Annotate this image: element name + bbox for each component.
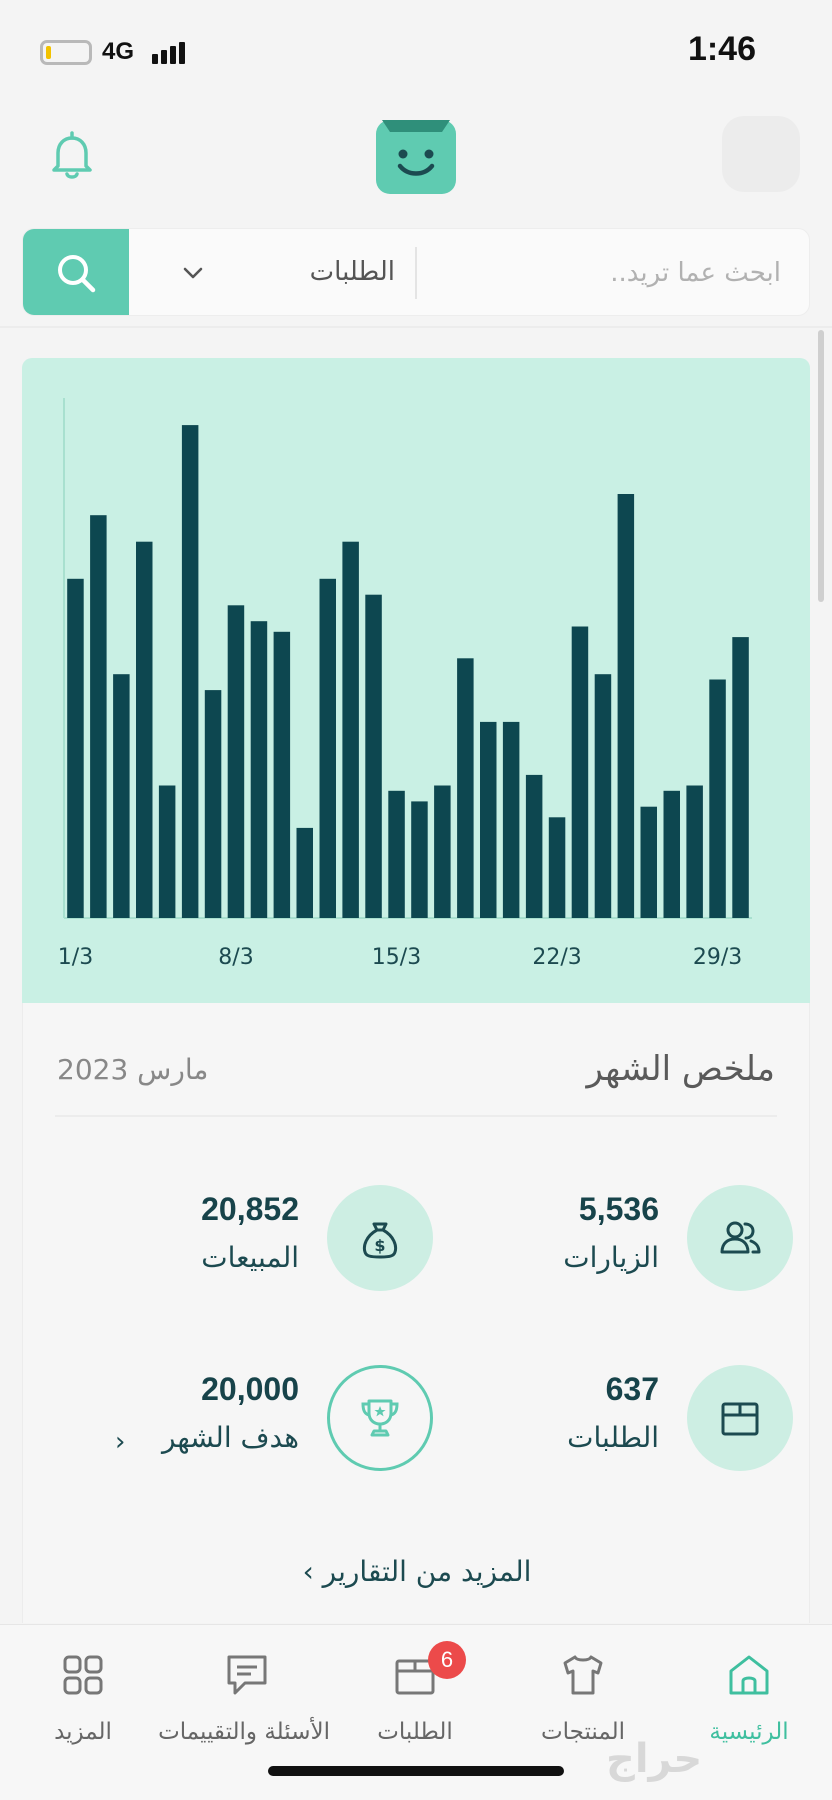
chart-bar[interactable]: [457, 658, 474, 918]
search-input[interactable]: [423, 229, 793, 315]
more-reports-link[interactable]: المزيد من التقارير ›: [23, 1555, 811, 1588]
signal-icon: [152, 42, 185, 64]
chart-bar[interactable]: [502, 721, 520, 918]
trophy-icon: [327, 1365, 433, 1471]
shirt-icon: [563, 1655, 603, 1695]
svg-text:$: $: [374, 1236, 385, 1255]
bell-icon[interactable]: [44, 128, 100, 184]
orders-label: الطلبات: [567, 1421, 659, 1454]
chart-bar[interactable]: [663, 790, 681, 918]
sales-chart: 1/3 8/3 15/3 22/3 29/3: [22, 358, 810, 1003]
nav-reviews-label: الأسئلة والتقييمات: [158, 1719, 330, 1745]
app-logo: [376, 114, 456, 194]
chart-bar[interactable]: [548, 817, 566, 918]
month-summary-card: ملخص الشهر مارس 2023 5,536 الزيارات $ 20…: [22, 1003, 810, 1623]
chevron-right-icon: ›: [115, 1427, 126, 1457]
summary-title: ملخص الشهر: [586, 1049, 775, 1089]
chart-bar[interactable]: [365, 594, 382, 918]
chart-bar[interactable]: [480, 721, 497, 918]
battery-icon: [40, 40, 92, 65]
chart-bar[interactable]: [525, 774, 543, 918]
x-tick-label: 29/3: [693, 945, 742, 970]
search-button[interactable]: [23, 229, 129, 315]
home-indicator: [268, 1766, 564, 1776]
goal-label: هدف الشهر: [161, 1421, 299, 1454]
search-bar: الطلبات: [22, 228, 810, 316]
visits-label: الزيارات: [563, 1241, 659, 1274]
x-tick-label: 15/3: [372, 945, 421, 970]
x-tick-label: 22/3: [532, 945, 581, 970]
chart-bar[interactable]: [732, 637, 749, 918]
goal-value: 20,000: [201, 1371, 299, 1407]
chart-bar[interactable]: [571, 626, 589, 919]
chart-bar[interactable]: [434, 785, 451, 919]
chart-bar[interactable]: [296, 827, 314, 918]
money-bag-icon: $: [327, 1185, 433, 1291]
chart-bar[interactable]: [342, 541, 359, 918]
chart-bar[interactable]: [113, 674, 130, 918]
sales-label: المبيعات: [201, 1241, 299, 1274]
chart-bar[interactable]: [158, 785, 176, 919]
category-dropdown[interactable]: الطلبات: [129, 229, 415, 315]
chart-bar[interactable]: [90, 515, 107, 918]
chart-bar[interactable]: [250, 621, 268, 918]
watermark-logo: حراج: [606, 1736, 703, 1782]
chart-bar[interactable]: [640, 806, 658, 918]
orders-badge: 6: [428, 1641, 466, 1679]
chart-bar[interactable]: [204, 690, 222, 918]
summary-month: مارس 2023: [57, 1053, 209, 1086]
nav-orders[interactable]: 6 الطلبات: [332, 1635, 498, 1755]
chart-bar[interactable]: [709, 679, 726, 919]
category-selected-value: الطلبات: [309, 257, 395, 287]
stat-month-goal[interactable]: 20,000 هدف الشهر ›: [73, 1365, 433, 1475]
nav-reviews[interactable]: الأسئلة والتقييمات: [158, 1635, 330, 1755]
status-bar: 4G 1:46: [0, 0, 832, 100]
nav-more[interactable]: المزيد: [0, 1635, 166, 1755]
chart-bar[interactable]: [181, 425, 199, 918]
nav-more-label: المزيد: [54, 1719, 112, 1745]
bar-chart-svg: 1/3 8/3 15/3 22/3 29/3: [58, 398, 752, 970]
x-tick-label: 8/3: [218, 945, 253, 970]
chart-bar[interactable]: [617, 494, 635, 918]
sales-value: 20,852: [201, 1191, 299, 1227]
status-time: 1:46: [687, 30, 756, 68]
chart-bar[interactable]: [319, 578, 337, 918]
chat-icon: [227, 1655, 267, 1695]
summary-divider: [55, 1115, 777, 1117]
home-icon: [729, 1655, 769, 1695]
nav-orders-label: الطلبات: [377, 1719, 453, 1745]
search-icon: [58, 255, 96, 293]
chart-bar[interactable]: [273, 631, 291, 918]
store-avatar[interactable]: [722, 116, 800, 192]
chart-bar[interactable]: [388, 790, 405, 918]
stat-sales[interactable]: $ 20,852 المبيعات: [73, 1185, 433, 1295]
chart-bar[interactable]: [594, 674, 612, 918]
chart-bar[interactable]: [686, 785, 703, 919]
orders-value: 637: [605, 1371, 659, 1407]
header-divider: [0, 326, 832, 328]
stat-visits[interactable]: 5,536 الزيارات: [433, 1185, 793, 1295]
stat-orders[interactable]: 637 الطلبات: [433, 1365, 793, 1475]
grid-icon: [63, 1655, 103, 1695]
chart-bar[interactable]: [411, 801, 428, 918]
chevron-down-icon: [183, 267, 203, 279]
scrollbar[interactable]: [818, 330, 824, 602]
search-divider: [415, 247, 417, 299]
chart-bar[interactable]: [136, 541, 153, 918]
chart-bar[interactable]: [67, 578, 84, 918]
visits-value: 5,536: [578, 1191, 659, 1227]
users-icon: [687, 1185, 793, 1291]
box-icon: [687, 1365, 793, 1471]
chart-bar[interactable]: [227, 605, 245, 918]
network-label: 4G: [102, 38, 135, 65]
x-tick-label: 1/3: [58, 945, 93, 970]
